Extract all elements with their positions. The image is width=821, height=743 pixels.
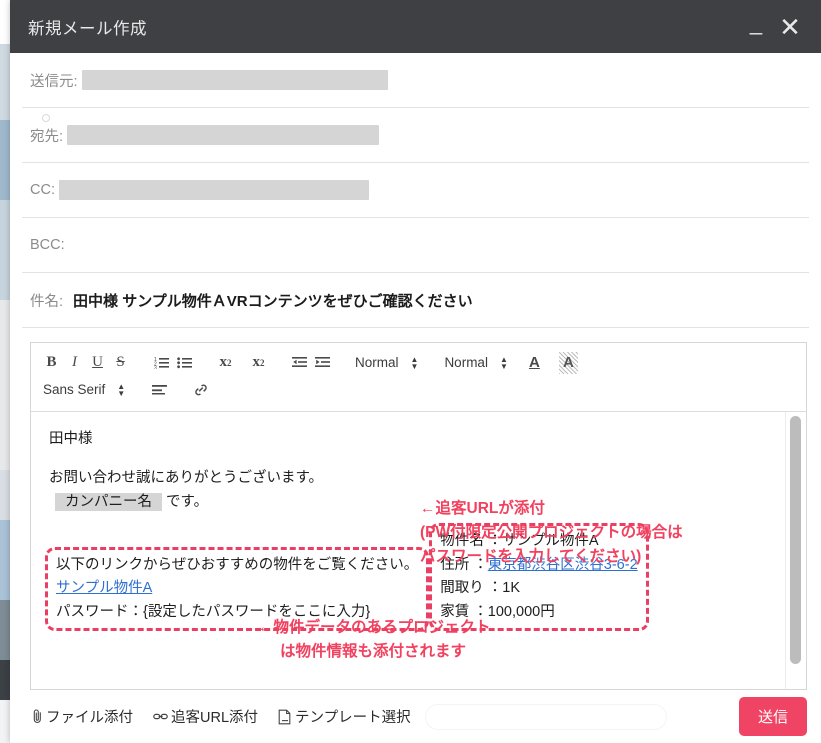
- minimize-icon[interactable]: _: [739, 11, 773, 34]
- property-row: 間取り ：1K: [440, 577, 637, 600]
- body-thanks: お問い合わせ誠にありがとうございます。: [49, 470, 324, 487]
- property-value: サンプル物件A: [502, 533, 599, 550]
- property-row: 家賃 ：100,000円: [440, 601, 637, 624]
- font-color-icon[interactable]: A: [526, 352, 543, 374]
- property-label: 物件名 ：: [440, 533, 503, 550]
- field-row-subject[interactable]: 件名: 田中様 サンプル物件ＡVRコンテンツをぜひご確認ください: [22, 273, 809, 328]
- field-row-to[interactable]: 宛先:: [22, 108, 809, 163]
- attach-url-button[interactable]: 追客URL添付: [153, 706, 258, 727]
- chevron-updown-icon: ▲ ▼: [117, 381, 126, 398]
- subject-value[interactable]: 田中様 サンプル物件ＡVRコンテンツをぜひご確認ください: [73, 290, 473, 311]
- font-family-value: Sans Serif: [43, 382, 106, 397]
- chevron-updown-icon: ▲ ▼: [499, 354, 508, 371]
- window-title: 新規メール作成: [28, 19, 147, 38]
- to-value-redacted[interactable]: [67, 125, 380, 145]
- editor-scrollbar[interactable]: [785, 412, 806, 689]
- bcc-label: BCC:: [30, 237, 65, 253]
- body-password-line: パスワード：{設定したパスワードをここに入力}: [56, 603, 371, 620]
- italic-button[interactable]: I: [66, 352, 83, 374]
- window-title-bar: 新規メール作成 _ ✕: [10, 0, 821, 53]
- editor-body[interactable]: 田中様 お問い合わせ誠にありがとうございます。 カンパニー名 です。 以下のリン…: [31, 412, 785, 689]
- font-size-value: Normal: [444, 355, 488, 370]
- subject-label: 件名:: [30, 293, 64, 310]
- superscript-index: 2: [260, 357, 265, 368]
- from-label: 送信元:: [30, 73, 78, 90]
- background-page-strip: [0, 0, 10, 743]
- subscript-button[interactable]: x2: [217, 352, 234, 374]
- attach-file-label: ファイル添付: [46, 710, 133, 726]
- attach-url-label: 追客URL添付: [171, 710, 259, 726]
- strikethrough-button[interactable]: S: [112, 352, 129, 374]
- bullet-list-icon[interactable]: [176, 352, 193, 374]
- body-property-link-line: サンプル物件A: [56, 577, 418, 600]
- field-row-bcc[interactable]: BCC:: [22, 218, 809, 273]
- send-button[interactable]: 送信: [739, 697, 807, 736]
- editor-toolbar: B I U S 1 2 3 x 2 x 2 Normal ▲ ▼ Normal …: [31, 343, 806, 412]
- template-select-input[interactable]: [424, 703, 667, 730]
- cc-value-redacted[interactable]: [58, 180, 369, 200]
- template-document-icon: [278, 709, 292, 725]
- from-value-redacted[interactable]: [81, 70, 388, 90]
- link-icon[interactable]: [192, 379, 209, 401]
- header-style-select[interactable]: Normal ▲ ▼: [355, 355, 422, 370]
- property-label: 間取り ：: [440, 580, 503, 597]
- field-row-cc[interactable]: CC:: [22, 163, 809, 218]
- property-row: 物件名 ：サンプル物件A: [440, 530, 637, 553]
- subscript-index: 2: [227, 357, 232, 368]
- outdent-icon[interactable]: [291, 352, 308, 374]
- property-label: 住所 ：: [440, 556, 488, 573]
- field-row-from[interactable]: 送信元:: [22, 53, 809, 108]
- editor-body-area: 田中様 お問い合わせ誠にありがとうございます。 カンパニー名 です。 以下のリン…: [31, 412, 806, 689]
- property-address-link[interactable]: 東京都渋谷区渋谷3-6-2: [488, 557, 638, 573]
- body-company-line: カンパニー名 です。: [49, 491, 769, 514]
- property-link[interactable]: サンプル物件A: [56, 580, 152, 596]
- highlight-color-icon[interactable]: A: [558, 351, 578, 374]
- rich-text-editor: B I U S 1 2 3 x 2 x 2 Normal ▲ ▼ Normal …: [30, 342, 807, 690]
- to-label: 宛先:: [30, 128, 64, 145]
- cc-label: CC:: [30, 182, 55, 198]
- font-size-select[interactable]: Normal ▲ ▼: [444, 355, 511, 370]
- superscript-button[interactable]: x2: [250, 352, 267, 374]
- select-template-button[interactable]: テンプレート選択: [278, 706, 411, 727]
- url-callout-box: 以下のリンクからぜひおすすめの物件をご覧ください。 サンプル物件A パスワード：…: [45, 546, 430, 632]
- subscript-base: x: [219, 354, 228, 370]
- chevron-updown-icon: ▲ ▼: [410, 354, 419, 371]
- select-template-label: テンプレート選択: [295, 710, 411, 726]
- mail-header-fields: 送信元: 宛先: CC: BCC: 件名: 田中様 サンプル物件ＡVRコンテンツ…: [10, 53, 821, 328]
- indent-icon[interactable]: [314, 352, 331, 374]
- body-greeting: 田中様: [49, 431, 93, 447]
- property-info-callout-box: 物件名 ：サンプル物件A 住所 ：東京都渋谷区渋谷3-6-2 間取り ：1K 家…: [429, 523, 649, 632]
- editor-toolbar-row-2: Sans Serif ▲ ▼: [43, 376, 794, 403]
- compose-bottom-bar: ファイル添付 追客URL添付 テンプレート選択 送信: [10, 690, 821, 743]
- company-suffix: です。: [166, 493, 209, 510]
- attach-file-button[interactable]: ファイル添付: [32, 706, 133, 727]
- to-marker-icon: [42, 114, 50, 122]
- header-style-value: Normal: [355, 355, 399, 370]
- ordered-list-icon[interactable]: 1 2 3: [153, 352, 170, 374]
- close-icon[interactable]: ✕: [773, 14, 807, 40]
- underline-button[interactable]: U: [89, 352, 106, 374]
- editor-scrollbar-thumb[interactable]: [790, 416, 801, 664]
- company-name-token[interactable]: カンパニー名: [55, 492, 162, 511]
- superscript-base: x: [252, 354, 261, 370]
- property-value: 1K: [502, 580, 521, 597]
- property-row: 住所 ：東京都渋谷区渋谷3-6-2: [440, 554, 637, 577]
- font-family-select[interactable]: Sans Serif ▲ ▼: [43, 382, 129, 397]
- property-value: 100,000円: [487, 603, 555, 620]
- editor-toolbar-row-1: B I U S 1 2 3 x 2 x 2 Normal ▲ ▼ Normal …: [43, 349, 794, 376]
- chain-link-icon: [153, 710, 168, 723]
- svg-text:3: 3: [154, 366, 157, 370]
- paperclip-icon: [32, 708, 43, 725]
- property-label: 家賃 ：: [440, 603, 488, 620]
- bold-button[interactable]: B: [43, 352, 60, 374]
- compose-mail-window: 新規メール作成 _ ✕ 送信元: 宛先: CC: BCC: 件名: 田中様 サン…: [10, 0, 821, 743]
- body-link-intro: 以下のリンクからぜひおすすめの物件をご覧ください。: [56, 556, 419, 573]
- align-icon[interactable]: [151, 379, 168, 401]
